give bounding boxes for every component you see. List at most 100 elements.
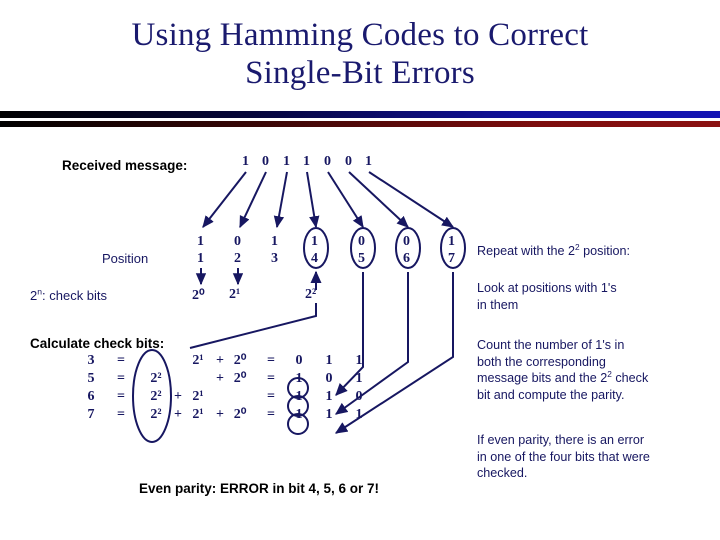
term-2-2: 2²: [150, 371, 162, 386]
term-2-0: 2⁰: [233, 371, 247, 386]
position-number-7: 7: [448, 251, 455, 266]
divider-bar-navy: [0, 111, 720, 118]
binary-digit-1s: 1: [355, 407, 363, 422]
received-bit-3: 1: [283, 154, 290, 169]
binary-digit-1s: 0: [355, 389, 363, 404]
received-bit-5: 0: [324, 154, 331, 169]
note-look-at-positions: Look at positions with 1's in them: [477, 280, 709, 313]
term-2-0: 2⁰: [233, 353, 247, 368]
note-look-line-1: Look at positions with 1's: [477, 281, 617, 295]
plus-sign-1: +: [174, 407, 182, 422]
equals-sign-2: =: [267, 371, 275, 386]
binary-digit-4s: 1: [295, 371, 303, 386]
binary-digit-4s: 0: [295, 353, 303, 368]
equals-sign: =: [117, 371, 125, 386]
binary-digit-4s: 1: [295, 389, 303, 404]
term-2-0: 2⁰: [233, 407, 247, 422]
fan-arrow-6: [348, 171, 409, 228]
plus-sign-2: +: [216, 353, 224, 368]
equation-position-number: 5: [87, 371, 95, 386]
check-bits-label-suffix: : check bits: [42, 288, 108, 303]
received-bit-4: 1: [303, 154, 310, 169]
equals-sign: =: [117, 407, 125, 422]
check-bit-power-2-0: 2⁰: [192, 288, 205, 303]
fan-arrow-5: [327, 171, 364, 229]
note-look-line-2: in them: [477, 297, 519, 312]
position-bit-2: 0: [234, 234, 241, 249]
note-repeat-position: Repeat with the 22 position:: [477, 243, 709, 260]
check-bit-power-2-1: 2¹: [229, 287, 241, 302]
position-bit-3: 1: [271, 234, 278, 249]
calculate-check-bits-heading: Calculate check bits:: [30, 336, 165, 351]
received-bit-2: 0: [262, 154, 269, 169]
position-row-label: Position: [102, 251, 149, 266]
connector-row6-to-position-6: [335, 272, 409, 415]
note-parity-line-3: checked.: [477, 466, 528, 480]
equation-position-number: 3: [87, 353, 95, 368]
note-even-parity: If even parity, there is an error in one…: [477, 432, 709, 482]
term-2-2: 2²: [150, 389, 162, 404]
note-repeat-suffix: position:: [579, 244, 631, 258]
binary-digit-4s: 1: [295, 407, 303, 422]
note-count-line-4: bit and compute the parity.: [477, 387, 625, 402]
received-bit-1: 1: [242, 154, 249, 169]
conclusion-text: Even parity: ERROR in bit 4, 5, 6 or 7!: [139, 481, 380, 496]
note-count-line-3: message bits and the 22 check: [477, 370, 709, 387]
fan-arrow-4: [306, 171, 320, 229]
equals-sign: =: [117, 353, 125, 368]
position-number-2: 2: [234, 251, 241, 266]
equals-sign-2: =: [267, 407, 275, 422]
term-2-1: 2¹: [192, 407, 204, 422]
position-number-1: 1: [197, 251, 204, 266]
note-count-line-3-prefix: message bits and the 2: [477, 371, 608, 385]
position-bit-5: 0: [358, 234, 365, 249]
received-message-label: Received message:: [62, 158, 188, 173]
binary-digit-1s: 1: [355, 353, 363, 368]
note-parity-line-1: If even parity, there is an error: [477, 433, 645, 447]
equals-sign-2: =: [267, 389, 275, 404]
term-2-2: 2²: [150, 407, 162, 422]
page-title: Using Hamming Codes to Correct Single-Bi…: [0, 16, 720, 92]
note-count-line-2: both the corresponding: [477, 354, 606, 369]
note-count-line-3-suffix: check: [611, 371, 649, 385]
term-2-1: 2¹: [192, 389, 204, 404]
binary-digit-2s: 1: [325, 389, 333, 404]
position-number-3: 3: [271, 251, 278, 266]
note-parity-line-2: in one of the four bits that were: [477, 449, 650, 464]
position-bit-1: 1: [197, 234, 204, 249]
note-repeat-prefix: Repeat with the 2: [477, 244, 576, 258]
position-bit-7: 1: [448, 234, 455, 249]
binary-digit-1s: 1: [355, 371, 363, 386]
plus-sign-2: +: [216, 371, 224, 386]
title-line-2: Single-Bit Errors: [245, 55, 475, 91]
equals-sign: =: [117, 389, 125, 404]
title-line-1: Using Hamming Codes to Correct: [131, 17, 589, 53]
note-count-line-1: Count the number of 1's in: [477, 338, 625, 352]
binary-digit-2s: 0: [325, 371, 333, 386]
check-bits-row-label: 2n: check bits: [30, 287, 108, 303]
position-number-4: 4: [311, 251, 318, 266]
binary-digit-2s: 1: [325, 353, 333, 368]
divider-bar-red: [0, 121, 720, 127]
fan-arrow-1: [202, 171, 247, 228]
slide-canvas: Using Hamming Codes to Correct Single-Bi…: [0, 0, 720, 540]
received-bit-7: 1: [365, 154, 372, 169]
connector-ellipse-to-2-2: [189, 303, 317, 349]
plus-sign-2: +: [216, 407, 224, 422]
position-bit-4: 1: [311, 234, 318, 249]
note-count-ones: Count the number of 1's in both the corr…: [477, 337, 709, 403]
position-number-6: 6: [403, 251, 410, 266]
equation-position-number: 6: [87, 389, 95, 404]
plus-sign-1: +: [174, 389, 182, 404]
equation-position-number: 7: [87, 407, 95, 422]
fan-arrow-2: [239, 171, 267, 229]
equals-sign-2: =: [267, 353, 275, 368]
position-number-5: 5: [358, 251, 365, 266]
fan-arrow-3: [273, 171, 288, 229]
binary-digit-2s: 1: [325, 407, 333, 422]
fan-arrow-7: [368, 171, 455, 228]
position-bit-6: 0: [403, 234, 410, 249]
check-bit-power-2-2: 2²: [305, 287, 317, 302]
received-bit-6: 0: [345, 154, 352, 169]
term-2-1: 2¹: [192, 353, 204, 368]
